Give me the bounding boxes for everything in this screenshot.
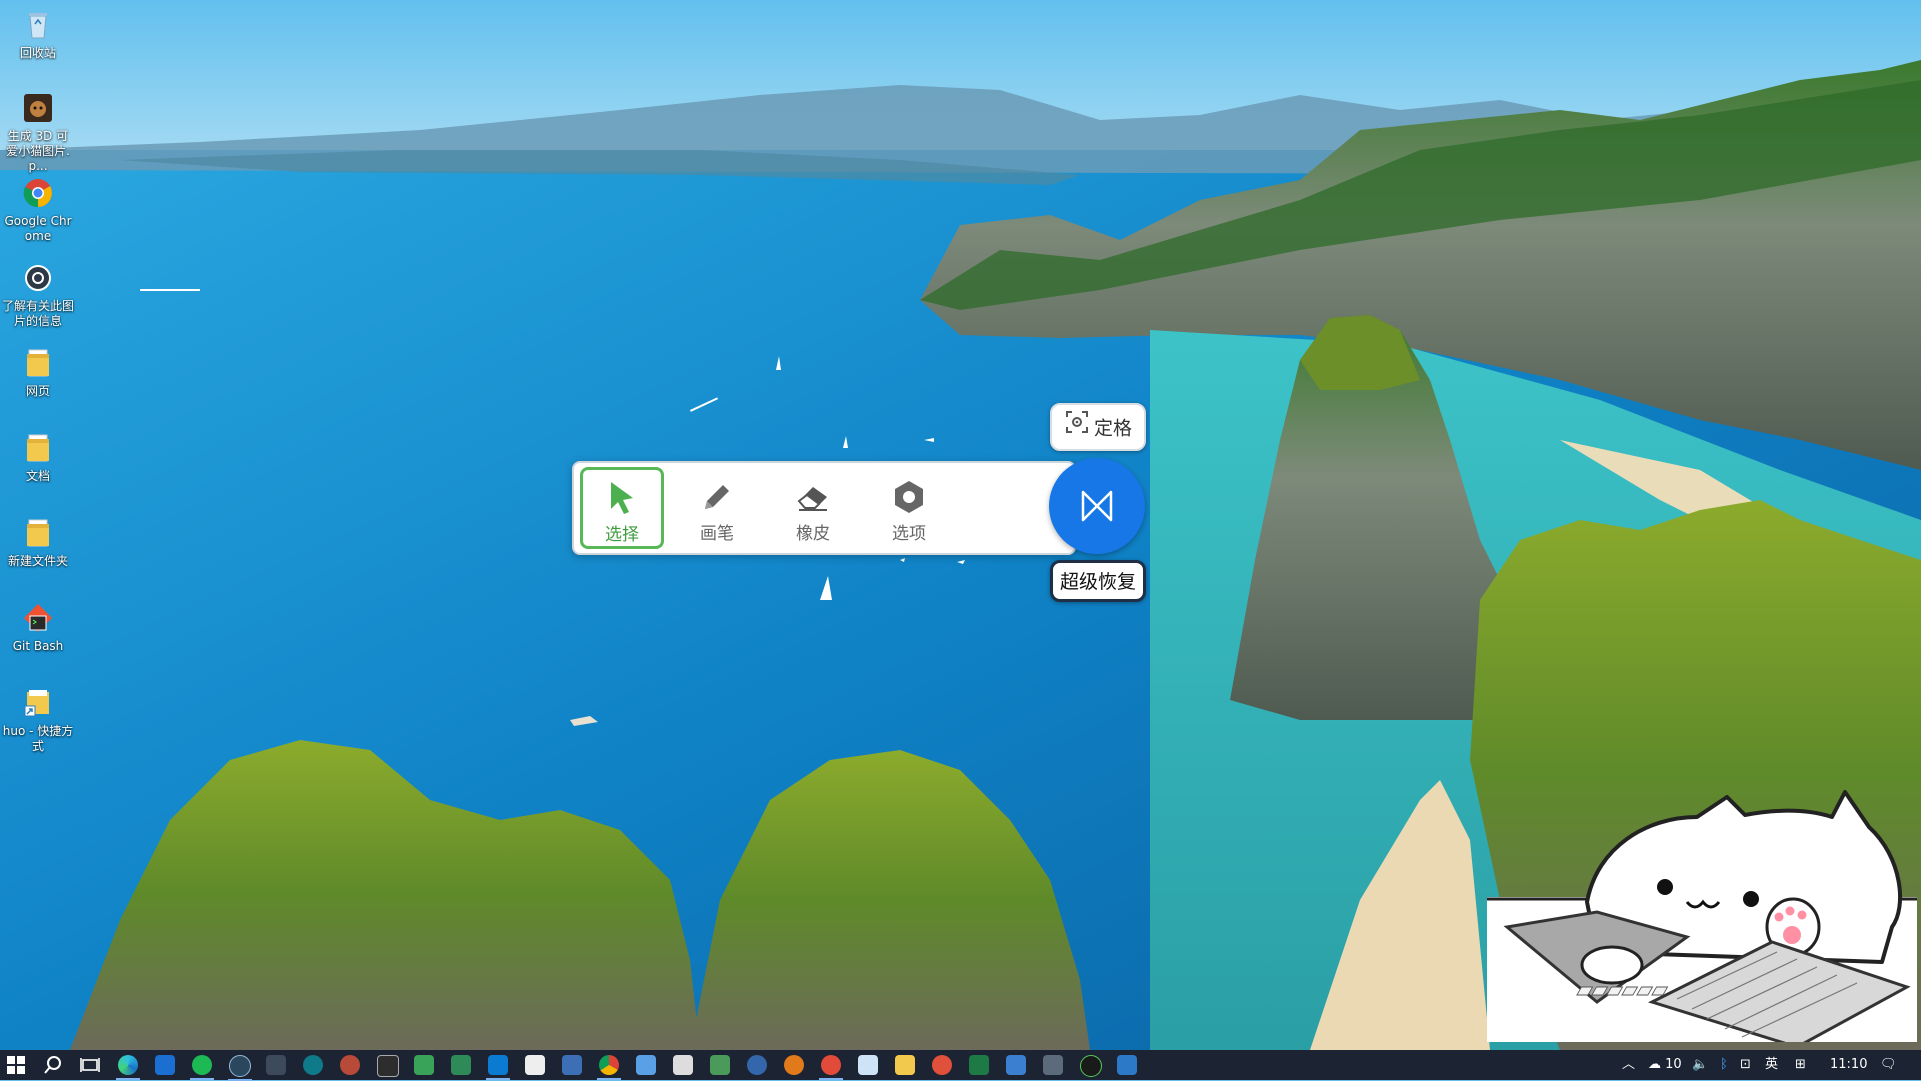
weather-cloud-icon: ☁ — [1648, 1057, 1661, 1072]
taskbar-app-outlook[interactable] — [155, 1055, 175, 1075]
taskbar-app-20[interactable] — [819, 1055, 843, 1080]
bongo-cat-overlay[interactable] — [1487, 787, 1917, 1042]
taskbar-app-vscode[interactable] — [486, 1055, 510, 1080]
tray-ime-grid[interactable]: ⊞ — [1795, 1050, 1806, 1080]
desktop-icon-cat-image[interactable]: 生成 3D 可爱小猫图片.p... — [0, 85, 76, 174]
desktop-icon-folder-web[interactable]: 网页 — [0, 340, 76, 399]
tool-eraser-button[interactable]: 橡皮 — [774, 469, 852, 545]
taskbar-app-5[interactable] — [266, 1055, 286, 1075]
taskbar-app-28[interactable] — [1117, 1055, 1137, 1075]
super-restore-label: 超级恢复 — [1059, 571, 1136, 593]
ime-indicator: 英 — [1765, 1057, 1779, 1072]
windows-start-icon — [7, 1056, 25, 1074]
tray-bluetooth[interactable]: ᛒ — [1720, 1050, 1728, 1080]
image-file-icon — [21, 91, 55, 125]
taskbar-app-edge[interactable] — [116, 1055, 140, 1080]
git-bash-icon — [21, 601, 55, 635]
tool-select-label: 选择 — [605, 525, 639, 545]
freeze-label: 定格 — [1093, 417, 1132, 440]
bowtie-restore-icon — [1077, 486, 1117, 530]
taskbar-app-18[interactable] — [747, 1055, 767, 1075]
clock-time: 11:10 — [1830, 1057, 1868, 1072]
taskbar-app-terminal[interactable] — [377, 1055, 399, 1077]
super-restore-label-button[interactable]: 超级恢复 — [1050, 560, 1146, 602]
bongo-cat-right-eye — [1743, 891, 1759, 907]
taskbar-app-7[interactable] — [340, 1055, 360, 1075]
desktop-icon-google-chrome[interactable]: Google Chrome — [0, 170, 76, 244]
folder-icon — [21, 346, 55, 380]
speaker-icon: 🔈 — [1692, 1057, 1709, 1072]
bluetooth-icon: ᛒ — [1720, 1057, 1728, 1072]
tool-pen-label: 画笔 — [700, 524, 734, 544]
tray-weather[interactable]: ☁ 10 — [1648, 1050, 1682, 1080]
tool-pen-button[interactable]: 画笔 — [678, 469, 756, 545]
eraser-icon — [793, 477, 833, 517]
notification-icon: 🗨 — [1880, 1057, 1897, 1072]
taskbar-app-steam[interactable] — [228, 1055, 252, 1081]
taskbar-app-chrome[interactable] — [597, 1055, 621, 1080]
cursor-arrow-icon — [602, 478, 642, 518]
desktop-icon-recycle-bin[interactable]: 回收站 — [0, 2, 76, 61]
tool-options-label: 选项 — [892, 524, 926, 544]
task-view-icon — [80, 1058, 100, 1072]
tray-overflow-chevron[interactable]: ︿ — [1622, 1050, 1635, 1080]
bongo-cat-left-paw — [1580, 945, 1644, 985]
tray-volume[interactable]: 🔈 — [1692, 1050, 1708, 1080]
shortcut-icon — [21, 686, 55, 720]
network-icon: ⊡ — [1740, 1057, 1751, 1072]
taskbar-app-12[interactable] — [525, 1055, 545, 1075]
taskbar-search-button[interactable] — [43, 1055, 63, 1075]
desktop-icon-image-info[interactable]: 了解有关此图片的信息 — [0, 255, 76, 329]
taskbar-app-excel[interactable] — [969, 1055, 989, 1075]
taskbar: ︿ ☁ 10 🔈 ᛒ ⊡ 英 ⊞ 11:10 🗨 — [0, 1050, 1921, 1081]
desktop-icon-huo-shortcut[interactable]: huo - 快捷方式 — [0, 680, 76, 754]
annotation-toolbar: 选择 画笔 橡皮 选项 — [572, 461, 1076, 555]
taskbar-app-23[interactable] — [932, 1055, 952, 1075]
task-view-button[interactable] — [80, 1055, 100, 1075]
taskbar-app-17[interactable] — [710, 1055, 730, 1075]
search-icon — [44, 1056, 61, 1074]
start-button[interactable] — [6, 1055, 26, 1075]
folder-icon — [21, 516, 55, 550]
tray-network[interactable]: ⊡ — [1740, 1050, 1751, 1080]
tray-notification-center[interactable]: 🗨 — [1880, 1050, 1897, 1080]
desktop-icon-folder-documents[interactable]: 文档 — [0, 425, 76, 484]
bongo-cat-left-eye — [1657, 879, 1673, 895]
focus-frame-icon — [1064, 406, 1090, 452]
tool-select-button[interactable]: 选择 — [580, 467, 664, 549]
tray-clock[interactable]: 11:10 — [1830, 1050, 1867, 1080]
taskbar-app-6[interactable] — [303, 1055, 323, 1075]
tool-options-button[interactable]: 选项 — [870, 469, 948, 545]
chevron-up-icon: ︿ — [1622, 1057, 1636, 1072]
grid-keyboard-icon: ⊞ — [1795, 1057, 1806, 1072]
tool-eraser-label: 橡皮 — [796, 524, 830, 544]
super-restore-button[interactable] — [1049, 458, 1145, 554]
taskbar-app-search[interactable] — [784, 1055, 804, 1075]
taskbar-app-10[interactable] — [451, 1055, 471, 1075]
taskbar-app-9[interactable] — [414, 1055, 434, 1075]
folder-icon — [21, 431, 55, 465]
chrome-icon — [21, 176, 55, 210]
tray-ime[interactable]: 英 — [1765, 1050, 1778, 1080]
recycle-bin-icon — [21, 8, 55, 42]
freeze-button[interactable]: 定格 — [1050, 403, 1146, 451]
taskbar-app-spotify[interactable] — [190, 1055, 214, 1080]
taskbar-app-26[interactable] — [1043, 1055, 1063, 1075]
info-camera-icon — [21, 261, 55, 295]
desktop-icon-git-bash[interactable]: Git Bash — [0, 595, 76, 654]
taskbar-app-13[interactable] — [562, 1055, 582, 1075]
desktop-icon-new-folder[interactable]: 新建文件夹 — [0, 510, 76, 569]
taskbar-app-15[interactable] — [636, 1055, 656, 1075]
weather-temperature: 10 — [1665, 1057, 1682, 1072]
taskbar-app-25[interactable] — [1006, 1055, 1026, 1075]
pencil-icon — [697, 477, 737, 517]
hexagon-settings-icon — [889, 477, 929, 517]
taskbar-app-file-explorer[interactable] — [895, 1055, 915, 1075]
taskbar-app-21[interactable] — [858, 1055, 878, 1075]
taskbar-app-16[interactable] — [673, 1055, 693, 1075]
taskbar-app-27[interactable] — [1080, 1055, 1102, 1077]
